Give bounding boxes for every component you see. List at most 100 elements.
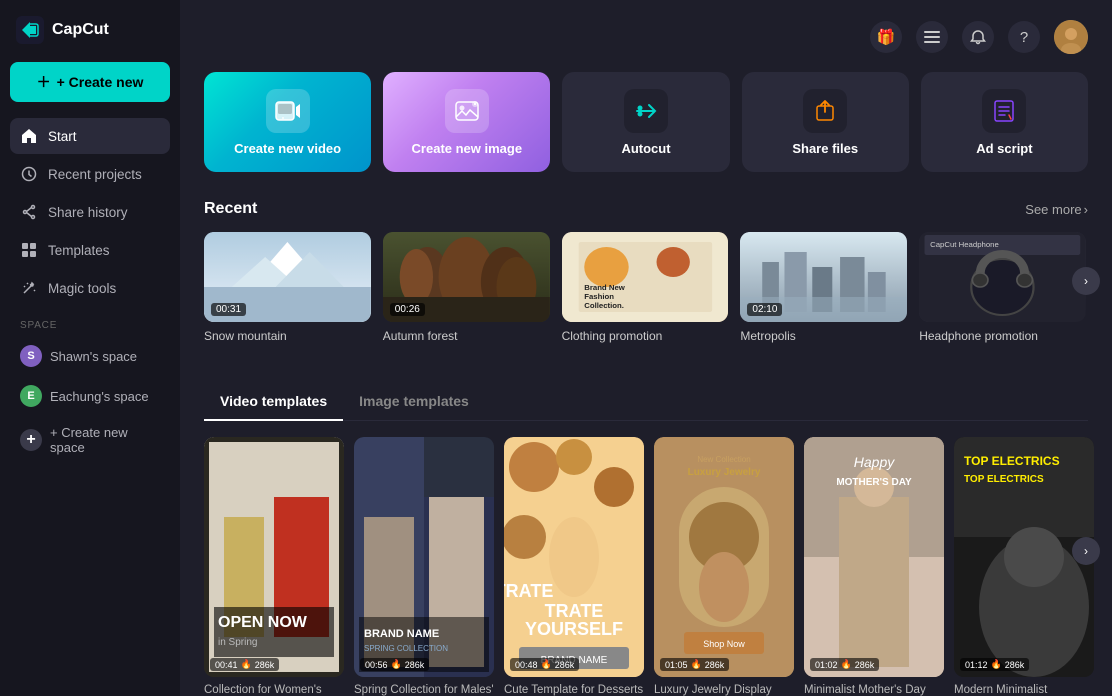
svg-text:Fashion: Fashion bbox=[584, 292, 614, 301]
svg-text:BRAND NAME: BRAND NAME bbox=[364, 628, 439, 640]
headphone-promotion-name: Headphone promotion bbox=[919, 329, 1086, 343]
sidebar-item-start[interactable]: Start bbox=[10, 118, 170, 154]
template-row: OPEN NOW in Spring 00:41 🔥 286k Collecti… bbox=[204, 437, 1088, 696]
fire-icon6: 🔥 bbox=[991, 659, 1002, 670]
see-more-recent[interactable]: See more › bbox=[1025, 202, 1088, 217]
tab-video-templates[interactable]: Video templates bbox=[204, 385, 343, 421]
sidebar-item-recent-projects[interactable]: Recent projects bbox=[10, 156, 170, 192]
sidebar-item-start-label: Start bbox=[48, 129, 77, 144]
jewelry-name: Luxury Jewelry Display Sale bbox=[654, 683, 794, 696]
template-card-desserts[interactable]: TRATE TRATE YOURSELF BRAND NAME 00:48 🔥 … bbox=[504, 437, 644, 696]
brand-fashion-badge: 00:56 🔥 286k bbox=[360, 658, 429, 671]
space-item-eachung[interactable]: E Eachung's space bbox=[10, 377, 170, 415]
fire-icon: 🔥 bbox=[241, 659, 252, 670]
recent-section-header: Recent See more › bbox=[204, 200, 1088, 218]
svg-text:New Collection: New Collection bbox=[697, 455, 750, 464]
create-new-button[interactable]: ＋ + Create new bbox=[10, 62, 170, 102]
headphone-promotion-thumb: CapCut Headphone bbox=[919, 232, 1086, 322]
svg-text:TRATE: TRATE bbox=[545, 601, 604, 621]
ad-script-label: Ad script bbox=[976, 141, 1032, 156]
open-now-name: Collection for Women's Outfits bbox=[204, 683, 344, 696]
metropolis-time: 02:10 bbox=[747, 303, 782, 316]
open-now-badge: 00:41 🔥 286k bbox=[210, 658, 279, 671]
create-new-image-card[interactable]: Create new image bbox=[383, 72, 550, 172]
svg-text:OPEN NOW: OPEN NOW bbox=[218, 614, 308, 631]
clothing-promotion-name: Clothing promotion bbox=[562, 329, 729, 343]
sidebar-item-magic-label: Magic tools bbox=[48, 281, 116, 296]
create-image-label: Create new image bbox=[412, 141, 523, 156]
svg-text:Happy: Happy bbox=[854, 454, 895, 470]
quick-actions-row: Create new video Create new image Autocu… bbox=[204, 72, 1088, 172]
sidebar-item-share-history[interactable]: Share history bbox=[10, 194, 170, 230]
share-files-card[interactable]: Share files bbox=[742, 72, 909, 172]
home-icon bbox=[20, 127, 38, 145]
template-card-mothers[interactable]: Happy MOTHER'S DAY 01:02 🔥 286k Minimali… bbox=[804, 437, 944, 696]
svg-text:TOP ELECTRICS: TOP ELECTRICS bbox=[964, 474, 1044, 485]
recent-item-metropolis[interactable]: 02:10 Metropolis bbox=[740, 232, 907, 343]
sidebar: CapCut ＋ + Create new Start Recent proje… bbox=[0, 0, 180, 696]
recent-scroll-right-button[interactable]: › bbox=[1072, 267, 1100, 295]
logo-text: CapCut bbox=[52, 21, 109, 39]
fire-icon4: 🔥 bbox=[691, 659, 702, 670]
recent-item-autumn-forest[interactable]: 00:26 Autumn forest bbox=[383, 232, 550, 343]
electrics-time: 01:12 bbox=[965, 660, 988, 670]
sidebar-item-share-label: Share history bbox=[48, 205, 128, 220]
fire-icon5: 🔥 bbox=[841, 659, 852, 670]
svg-text:SPRING COLLECTION: SPRING COLLECTION bbox=[364, 644, 448, 653]
snow-mountain-thumb: 00:31 bbox=[204, 232, 371, 322]
shawn-space-label: Shawn's space bbox=[50, 349, 137, 364]
recent-item-clothing-promotion[interactable]: Brand New Fashion Collection. Clothing p… bbox=[562, 232, 729, 343]
create-new-video-card[interactable]: Create new video bbox=[204, 72, 371, 172]
snow-mountain-name: Snow mountain bbox=[204, 329, 371, 343]
svg-text:CapCut Headphone: CapCut Headphone bbox=[930, 240, 999, 249]
fire-icon3: 🔥 bbox=[541, 659, 552, 670]
clock-icon bbox=[20, 165, 38, 183]
jewelry-thumb: New Collection Luxury Jewelry Shop Now 0… bbox=[654, 437, 794, 677]
help-icon-button[interactable]: ? bbox=[1008, 21, 1040, 53]
user-avatar[interactable] bbox=[1054, 20, 1088, 54]
create-space-item[interactable]: + + Create new space bbox=[10, 417, 170, 463]
svg-text:Shop Now: Shop Now bbox=[703, 639, 745, 649]
recent-item-snow-mountain[interactable]: 00:31 Snow mountain bbox=[204, 232, 371, 343]
template-card-electrics[interactable]: TOP ELECTRICS TOP ELECTRICS 01:12 🔥 286k… bbox=[954, 437, 1094, 696]
autocut-card[interactable]: Autocut bbox=[562, 72, 729, 172]
menu-icon-button[interactable] bbox=[916, 21, 948, 53]
brand-fashion-time: 00:56 bbox=[365, 660, 388, 670]
autumn-forest-thumb: 00:26 bbox=[383, 232, 550, 322]
template-scroll-right-button[interactable]: › bbox=[1072, 537, 1100, 565]
video-icon bbox=[266, 89, 310, 133]
jewelry-likes: 286k bbox=[705, 660, 725, 670]
svg-text:YOURSELF: YOURSELF bbox=[525, 619, 623, 639]
svg-text:Brand New: Brand New bbox=[584, 283, 625, 292]
template-card-jewelry[interactable]: New Collection Luxury Jewelry Shop Now 0… bbox=[654, 437, 794, 696]
space-item-shawn[interactable]: S Shawn's space bbox=[10, 337, 170, 375]
template-card-open-now[interactable]: OPEN NOW in Spring 00:41 🔥 286k Collecti… bbox=[204, 437, 344, 696]
recent-row: 00:31 Snow mountain 00:26 Autumn forest bbox=[204, 232, 1088, 343]
tab-image-label: Image templates bbox=[359, 393, 469, 409]
electrics-likes: 286k bbox=[1005, 660, 1025, 670]
sidebar-item-templates-label: Templates bbox=[48, 243, 110, 258]
autumn-forest-name: Autumn forest bbox=[383, 329, 550, 343]
ad-script-card[interactable]: Ad script bbox=[921, 72, 1088, 172]
sidebar-item-magic-tools[interactable]: Magic tools bbox=[10, 270, 170, 306]
ad-script-icon bbox=[982, 89, 1026, 133]
svg-text:MOTHER'S DAY: MOTHER'S DAY bbox=[836, 477, 912, 488]
tab-image-templates[interactable]: Image templates bbox=[343, 385, 485, 421]
tab-video-label: Video templates bbox=[220, 393, 327, 409]
jewelry-time: 01:05 bbox=[665, 660, 688, 670]
template-card-brand-fashion[interactable]: BRAND NAME SPRING COLLECTION 00:56 🔥 286… bbox=[354, 437, 494, 696]
create-video-label: Create new video bbox=[234, 141, 341, 156]
bell-icon-button[interactable] bbox=[962, 21, 994, 53]
sidebar-item-recent-label: Recent projects bbox=[48, 167, 142, 182]
mothers-time: 01:02 bbox=[815, 660, 838, 670]
create-space-icon: + bbox=[20, 429, 42, 451]
metropolis-thumb: 02:10 bbox=[740, 232, 907, 322]
open-now-likes: 286k bbox=[255, 660, 275, 670]
recent-item-headphone-promotion[interactable]: CapCut Headphone Headphone promotion bbox=[919, 232, 1086, 343]
gift-icon-button[interactable]: 🎁 bbox=[870, 21, 902, 53]
wand-icon bbox=[20, 279, 38, 297]
open-now-thumb: OPEN NOW in Spring 00:41 🔥 286k bbox=[204, 437, 344, 677]
sidebar-item-templates[interactable]: Templates bbox=[10, 232, 170, 268]
svg-text:in Spring: in Spring bbox=[218, 637, 257, 648]
top-bar: 🎁 ? bbox=[204, 20, 1088, 54]
